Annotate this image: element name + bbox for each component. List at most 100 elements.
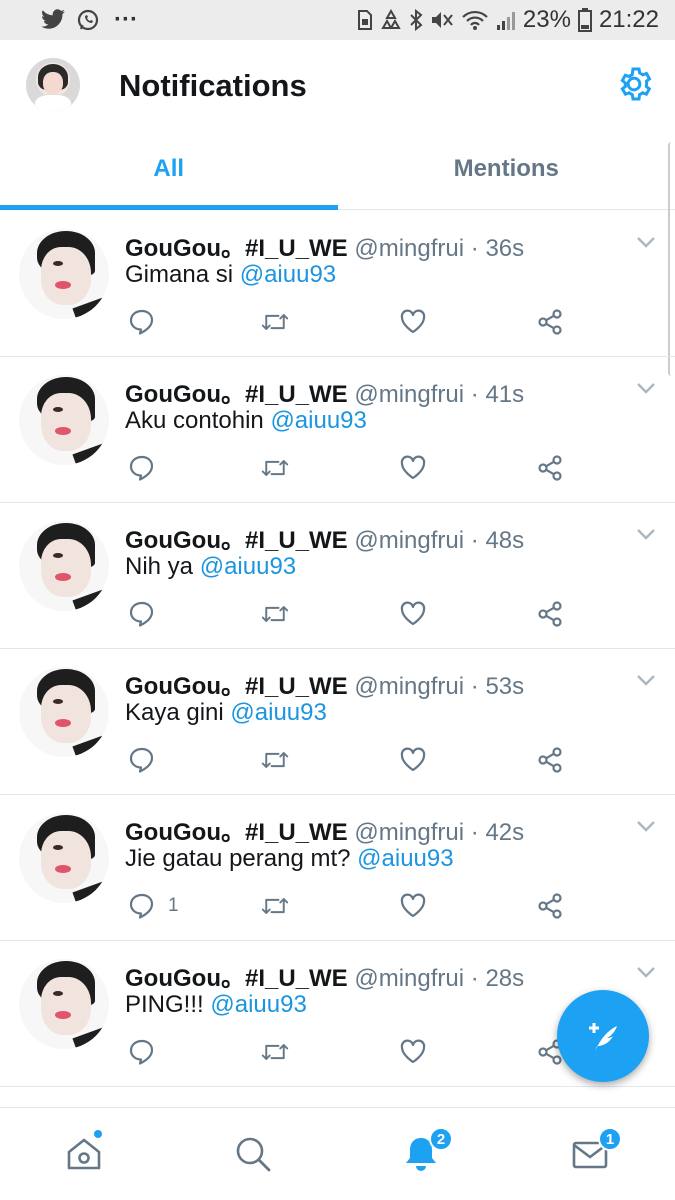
tweet-actions	[128, 307, 568, 341]
chevron-down-icon[interactable]	[636, 819, 656, 833]
tweet-body: Aku contohin	[125, 407, 271, 434]
tweet-row[interactable]: GouGou。#I_U_WE @mingfrui · 41s Aku conto…	[0, 357, 675, 503]
tweet-actions	[128, 453, 568, 487]
tweet-text: Kaya gini @aiuu93	[125, 699, 327, 727]
chevron-down-icon[interactable]	[636, 965, 656, 979]
heart-icon	[400, 747, 426, 772]
tweet-timestamp: 53s	[485, 673, 525, 700]
tweet-separator: ·	[470, 381, 479, 408]
partial-row	[0, 1087, 675, 1107]
like-button[interactable]	[399, 891, 427, 921]
tweet-avatar[interactable]	[19, 813, 109, 903]
tweet-author-handle[interactable]: @mingfrui	[354, 381, 464, 408]
mute-icon	[430, 9, 454, 31]
tweet-separator: ·	[470, 235, 479, 262]
like-button[interactable]	[399, 1037, 427, 1067]
reply-button[interactable]	[128, 745, 168, 775]
tweet-author-handle[interactable]: @mingfrui	[354, 673, 464, 700]
tweet-timestamp: 36s	[485, 235, 525, 262]
tweet-author-name[interactable]: GouGou。#I_U_WE	[125, 673, 348, 700]
reply-icon	[129, 455, 154, 481]
home-icon[interactable]	[64, 1134, 104, 1174]
tweet-row[interactable]: GouGou。#I_U_WE @mingfrui · 53s Kaya gini…	[0, 649, 675, 795]
tweet-author-name[interactable]: GouGou。#I_U_WE	[125, 819, 348, 846]
battery-percent: 23%	[522, 6, 571, 33]
reply-button[interactable]	[128, 599, 168, 629]
tweet-separator: ·	[470, 965, 479, 992]
chevron-down-icon[interactable]	[636, 673, 656, 687]
tweet-avatar[interactable]	[19, 375, 109, 465]
tweet-author-name[interactable]: GouGou。#I_U_WE	[125, 381, 348, 408]
reply-button[interactable]	[128, 453, 168, 483]
share-button[interactable]	[536, 599, 564, 629]
reply-button[interactable]	[128, 307, 168, 337]
tweet-row[interactable]: GouGou。#I_U_WE @mingfrui · 42s Jie gatau…	[0, 795, 675, 941]
home-new-indicator	[93, 1129, 103, 1139]
reply-button[interactable]	[128, 1037, 168, 1067]
reply-button[interactable]: 1	[128, 891, 179, 921]
retweet-button[interactable]	[261, 1037, 289, 1067]
gear-icon[interactable]	[614, 64, 654, 104]
tweet-mention-link[interactable]: @aiuu93	[230, 699, 326, 726]
tweet-author-handle[interactable]: @mingfrui	[354, 235, 464, 262]
tweet-mention-link[interactable]: @aiuu93	[270, 407, 366, 434]
tweet-mention-link[interactable]: @aiuu93	[200, 553, 296, 580]
tweet-mention-link[interactable]: @aiuu93	[210, 991, 306, 1018]
like-button[interactable]	[399, 599, 427, 629]
share-icon	[538, 893, 562, 919]
avatar-eye	[53, 553, 63, 558]
tweet-mention-link[interactable]: @aiuu93	[357, 845, 453, 872]
retweet-button[interactable]	[261, 599, 289, 629]
share-button[interactable]	[536, 745, 564, 775]
tweet-avatar[interactable]	[19, 521, 109, 611]
like-button[interactable]	[399, 453, 427, 483]
avatar-eye	[53, 261, 63, 266]
share-button[interactable]	[536, 891, 564, 921]
tweet-avatar[interactable]	[19, 667, 109, 757]
chevron-down-icon[interactable]	[636, 527, 656, 541]
tweet-text: Gimana si @aiuu93	[125, 261, 336, 289]
tweet-row[interactable]: GouGou。#I_U_WE @mingfrui · 36s Gimana si…	[0, 211, 675, 357]
tweet-author-name[interactable]: GouGou。#I_U_WE	[125, 965, 348, 992]
tweet-mention-link[interactable]: @aiuu93	[240, 261, 336, 288]
retweet-button[interactable]	[261, 745, 289, 775]
tab-all[interactable]: All	[0, 134, 338, 210]
share-button[interactable]	[536, 453, 564, 483]
tweet-meta: GouGou。#I_U_WE @mingfrui · 48s	[125, 520, 524, 555]
compose-tweet-button[interactable]	[557, 990, 649, 1082]
page-title: Notifications	[119, 68, 307, 103]
avatar-face	[41, 977, 91, 1035]
sim-icon	[357, 9, 373, 31]
tweet-author-name[interactable]: GouGou。#I_U_WE	[125, 235, 348, 262]
tweet-row[interactable]: GouGou。#I_U_WE @mingfrui · 48s Nih ya @a…	[0, 503, 675, 649]
tweet-author-handle[interactable]: @mingfrui	[354, 527, 464, 554]
chevron-down-icon[interactable]	[636, 381, 656, 395]
tweet-avatar[interactable]	[19, 959, 109, 1049]
avatar-lips	[55, 281, 71, 289]
tweet-separator: ·	[470, 673, 479, 700]
avatar-face	[41, 539, 91, 597]
notification-feed: GouGou。#I_U_WE @mingfrui · 36s Gimana si…	[0, 211, 675, 1087]
retweet-button[interactable]	[261, 307, 289, 337]
chevron-down-icon[interactable]	[636, 235, 656, 249]
like-button[interactable]	[399, 307, 427, 337]
like-button[interactable]	[399, 745, 427, 775]
tweet-text: Aku contohin @aiuu93	[125, 407, 367, 435]
share-icon	[538, 601, 562, 627]
status-bar: ··· 23% 21:22	[0, 0, 675, 40]
share-button[interactable]	[536, 307, 564, 337]
retweet-button[interactable]	[261, 453, 289, 483]
clock: 21:22	[598, 6, 659, 33]
profile-avatar[interactable]	[26, 58, 80, 112]
tweet-author-name[interactable]: GouGou。#I_U_WE	[125, 527, 348, 554]
search-icon[interactable]	[233, 1134, 273, 1174]
reply-icon	[129, 601, 154, 627]
app-header: Notifications	[0, 40, 675, 134]
heart-icon	[400, 893, 426, 918]
tweet-author-handle[interactable]: @mingfrui	[354, 965, 464, 992]
tweet-avatar[interactable]	[19, 229, 109, 319]
tweet-separator: ·	[470, 819, 479, 846]
tweet-author-handle[interactable]: @mingfrui	[354, 819, 464, 846]
tab-mentions[interactable]: Mentions	[338, 134, 675, 209]
retweet-button[interactable]	[261, 891, 289, 921]
